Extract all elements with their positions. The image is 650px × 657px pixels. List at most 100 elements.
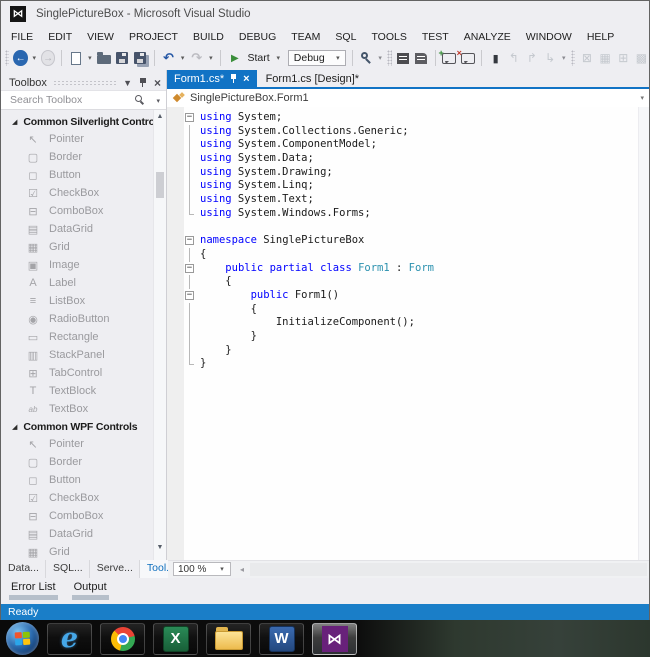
toolbox-item-pointer[interactable]: ↖ Pointer bbox=[1, 130, 153, 148]
undo-button[interactable]: ↶ bbox=[161, 49, 176, 67]
find-in-files-button[interactable] bbox=[359, 49, 374, 67]
code-editor[interactable]: − using System; using System.Collections.G… bbox=[167, 107, 649, 560]
toolbox-item-checkbox[interactable]: ☑ CheckBox bbox=[1, 184, 153, 202]
menu-help[interactable]: HELP bbox=[587, 31, 614, 43]
toolbox-item-textblock[interactable]: T TextBlock bbox=[1, 382, 153, 400]
tab-form1-cs[interactable]: Form1.cs* × bbox=[167, 70, 257, 87]
menu-test[interactable]: TEST bbox=[422, 31, 449, 43]
toolbox-item-button[interactable]: ◻ Button bbox=[1, 471, 153, 489]
toolbox-item-datagrid[interactable]: ▤ DataGrid bbox=[1, 525, 153, 543]
navigate-backward-dropdown[interactable]: ▾ bbox=[31, 54, 38, 62]
panel-tab-sql[interactable]: SQL... bbox=[46, 560, 90, 578]
outline-gutter[interactable]: − bbox=[184, 234, 200, 248]
zoom-select[interactable]: 100 % ▾ bbox=[173, 562, 231, 576]
toolbox-group-common-wpf-controls[interactable]: ◢ Common WPF Controls bbox=[1, 418, 153, 435]
solution-configurations-select[interactable]: Debug ▾ bbox=[287, 50, 346, 66]
toolbox-item-label[interactable]: A Label bbox=[1, 274, 153, 292]
editor-vertical-scrollbar[interactable] bbox=[638, 107, 649, 560]
outline-gutter[interactable]: − bbox=[184, 289, 200, 303]
menu-debug[interactable]: DEBUG bbox=[239, 31, 276, 43]
pin-icon[interactable] bbox=[230, 73, 237, 84]
toolbox-drag-grip[interactable] bbox=[52, 79, 117, 87]
panel-tab-serve[interactable]: Serve... bbox=[90, 560, 140, 578]
tab-form1-cs-design[interactable]: Form1.cs [Design]* bbox=[257, 70, 369, 87]
save-button[interactable] bbox=[115, 49, 130, 67]
small-grid-icon[interactable]: ⊞ bbox=[616, 49, 631, 67]
undo-dropdown[interactable]: ▾ bbox=[179, 54, 186, 62]
menu-team[interactable]: TEAM bbox=[291, 31, 320, 43]
menu-view[interactable]: VIEW bbox=[87, 31, 114, 43]
next-bookmark-button[interactable]: ↱ bbox=[524, 49, 539, 67]
scroll-up-icon[interactable]: ▲ bbox=[154, 113, 166, 120]
toolbox-item-combobox[interactable]: ⊟ ComboBox bbox=[1, 202, 153, 220]
visual-studio-taskbar-button[interactable]: ⋈ bbox=[312, 622, 357, 655]
previous-bookmark-button[interactable]: ↰ bbox=[506, 49, 521, 67]
box-selection-icon[interactable]: ⊠ bbox=[579, 49, 594, 67]
outline-gutter[interactable]: − bbox=[184, 262, 200, 276]
toolbox-item-border[interactable]: ▢ Border bbox=[1, 148, 153, 166]
search-input[interactable] bbox=[1, 91, 130, 109]
toolbox-item-grid[interactable]: ▦ Grid bbox=[1, 238, 153, 256]
toolbox-item-textbox[interactable]: ab TextBox bbox=[1, 400, 153, 418]
toolbox-item-radiobutton[interactable]: ◉ RadioButton bbox=[1, 310, 153, 328]
file-explorer-taskbar-button[interactable] bbox=[206, 622, 251, 655]
navigation-bar[interactable]: SinglePictureBox.Form1 ▾ bbox=[167, 89, 649, 108]
new-item-button[interactable] bbox=[68, 49, 83, 67]
toggle-bookmark-button[interactable]: ▮ bbox=[488, 49, 503, 67]
start-debug-button[interactable]: Start bbox=[247, 52, 269, 64]
window-tab-output[interactable]: Output bbox=[71, 578, 109, 604]
toolbox-item-pointer[interactable]: ↖ Pointer bbox=[1, 435, 153, 453]
new-item-dropdown[interactable]: ▾ bbox=[86, 54, 93, 62]
menu-analyze[interactable]: ANALYZE bbox=[464, 31, 511, 43]
chrome-taskbar-button[interactable] bbox=[100, 622, 145, 655]
collapse-box-icon[interactable]: − bbox=[185, 263, 194, 273]
navigate-forward-button[interactable]: → bbox=[40, 50, 56, 66]
clear-bookmarks-button[interactable]: ↳ bbox=[543, 49, 558, 67]
collapse-box-icon[interactable]: − bbox=[185, 236, 194, 246]
menu-build[interactable]: BUILD bbox=[193, 31, 224, 43]
uncomment-selection-button[interactable] bbox=[414, 49, 429, 67]
search-options-dropdown[interactable]: ▾ bbox=[156, 97, 160, 105]
menu-tools[interactable]: TOOLS bbox=[371, 31, 406, 43]
toolbox-item-checkbox[interactable]: ☑ CheckBox bbox=[1, 489, 153, 507]
toolbox-item-border[interactable]: ▢ Border bbox=[1, 453, 153, 471]
toolbox-group-common-silverlight-controls[interactable]: ◢ Common Silverlight Controls bbox=[1, 113, 153, 130]
close-icon[interactable]: × bbox=[243, 73, 249, 84]
scroll-down-icon[interactable]: ▼ bbox=[154, 544, 166, 551]
pin-icon[interactable] bbox=[139, 77, 147, 89]
internet-explorer-taskbar-button[interactable]: e bbox=[47, 622, 92, 655]
toolbox-item-tabcontrol[interactable]: ⊞ TabControl bbox=[1, 364, 153, 382]
bookmark-overflow-button[interactable]: ▾ bbox=[561, 54, 567, 62]
toolbar-grip[interactable] bbox=[5, 50, 10, 66]
toolbox-item-listbox[interactable]: ≡ ListBox bbox=[1, 292, 153, 310]
redo-button[interactable]: ↷ bbox=[189, 49, 204, 67]
toolbar-grip[interactable] bbox=[570, 50, 576, 66]
menu-file[interactable]: FILE bbox=[11, 31, 33, 43]
collapse-box-icon[interactable]: − bbox=[185, 290, 194, 300]
open-file-button[interactable] bbox=[97, 49, 112, 67]
start-dropdown[interactable]: ▾ bbox=[275, 54, 282, 62]
close-icon[interactable]: × bbox=[154, 77, 161, 89]
menu-sql[interactable]: SQL bbox=[335, 31, 356, 43]
toolbar-overflow-button[interactable]: ▾ bbox=[377, 54, 383, 62]
toolbar-grip[interactable] bbox=[387, 50, 392, 66]
toolbox-item-button[interactable]: ◻ Button bbox=[1, 166, 153, 184]
horizontal-scrollbar[interactable] bbox=[250, 563, 647, 576]
toolbox-item-grid[interactable]: ▦ Grid bbox=[1, 543, 153, 560]
outline-gutter[interactable]: − bbox=[184, 111, 200, 125]
scrollbar-thumb[interactable] bbox=[156, 172, 164, 198]
chevron-down-icon[interactable]: ▾ bbox=[640, 94, 644, 102]
collapse-box-icon[interactable]: − bbox=[185, 113, 194, 122]
toolbox-item-stackpanel[interactable]: ▥ StackPanel bbox=[1, 346, 153, 364]
breadcrumb[interactable]: SinglePictureBox.Form1 bbox=[190, 92, 309, 104]
save-all-button[interactable] bbox=[133, 49, 148, 67]
redo-dropdown[interactable]: ▾ bbox=[207, 54, 214, 62]
panel-tab-data[interactable]: Data... bbox=[1, 560, 46, 578]
large-grid-icon[interactable]: ▩ bbox=[634, 49, 649, 67]
excel-taskbar-button[interactable]: X bbox=[153, 622, 198, 655]
scroll-left-icon[interactable]: ◂ bbox=[240, 565, 244, 574]
menu-window[interactable]: WINDOW bbox=[526, 31, 572, 43]
toolbox-item-combobox[interactable]: ⊟ ComboBox bbox=[1, 507, 153, 525]
toolbox-item-datagrid[interactable]: ▤ DataGrid bbox=[1, 220, 153, 238]
toolbox-item-image[interactable]: ▣ Image bbox=[1, 256, 153, 274]
